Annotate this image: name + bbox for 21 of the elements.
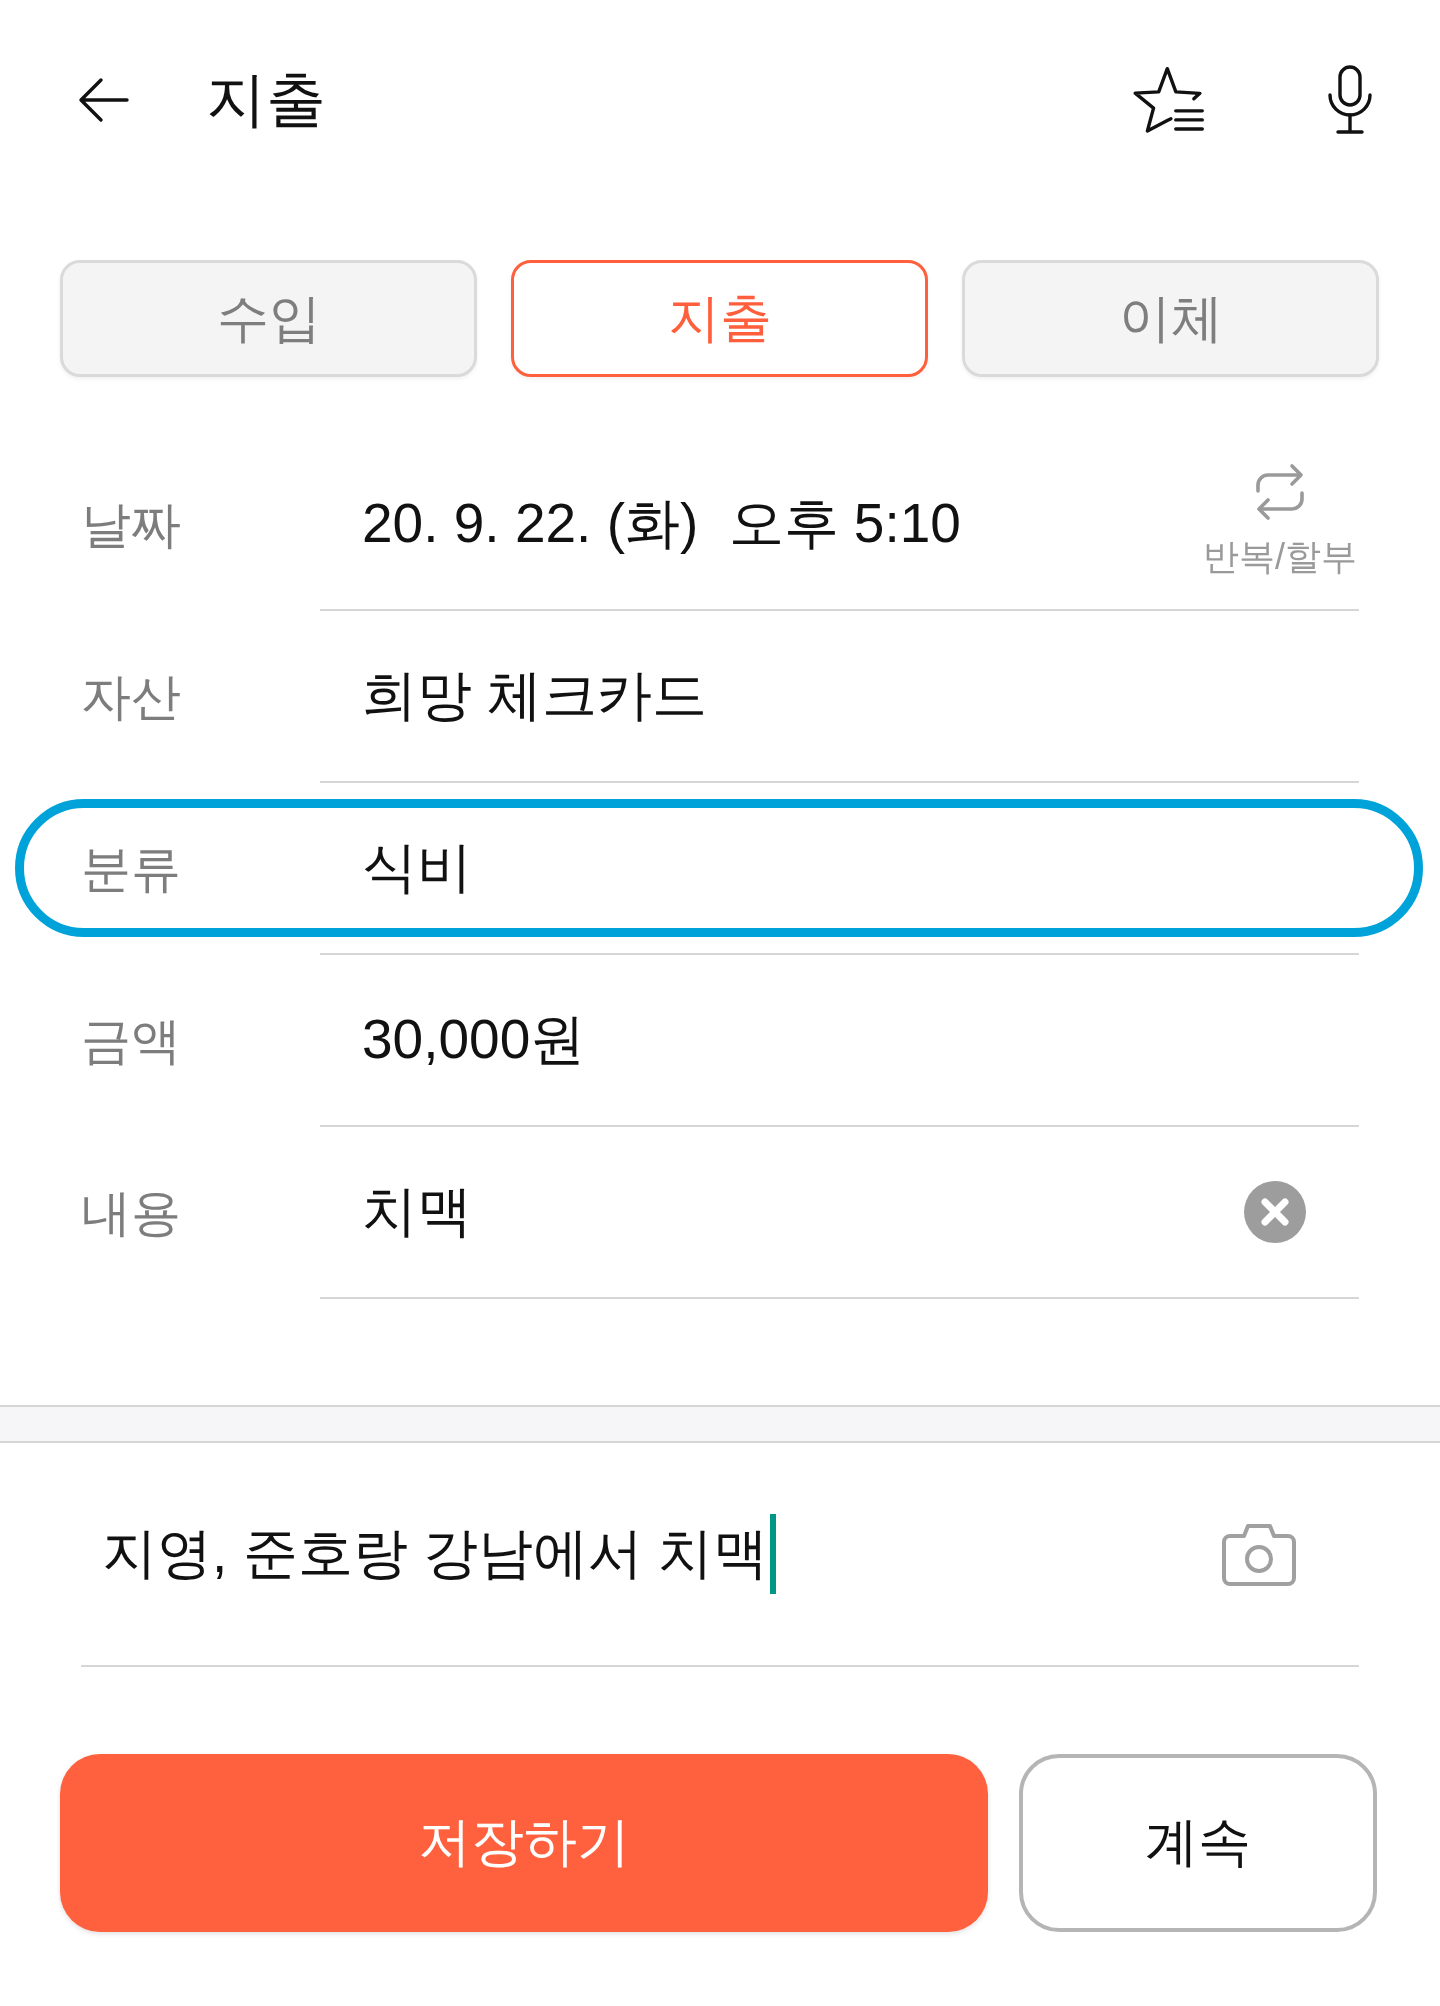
number-input-field[interactable]: 30,000원 [320, 955, 1359, 1127]
field-label: 날짜 [81, 495, 181, 555]
type-tab[interactable]: 이체 [962, 260, 1379, 377]
field-label: 내용 [81, 1183, 181, 1243]
continue-button[interactable]: 계속 [1018, 1754, 1377, 1932]
microphone-icon[interactable] [1325, 65, 1375, 135]
text-input-field[interactable]: 치맥 [320, 1127, 1359, 1299]
memo-input-field[interactable]: 지영, 준호랑 강남에서 치맥 [81, 1443, 1359, 1667]
field-label: 분류 [81, 839, 181, 899]
camera-icon[interactable] [1222, 1522, 1296, 1586]
type-tab[interactable]: 수입 [60, 260, 477, 377]
back-icon[interactable] [77, 77, 129, 123]
field-value[interactable]: 식비 [362, 831, 472, 905]
clear-icon[interactable] [1244, 1181, 1306, 1243]
time-value[interactable]: 오후 5:10 [728, 487, 961, 561]
field-label: 금액 [81, 1011, 181, 1071]
star-list-icon[interactable] [1131, 65, 1206, 135]
page-title: 지출 [206, 64, 326, 135]
field-value[interactable]: 희망 체크카드 [362, 659, 708, 733]
field-label: 자산 [81, 667, 181, 727]
date-value[interactable]: 20. 9. 22. (화) [362, 487, 699, 561]
